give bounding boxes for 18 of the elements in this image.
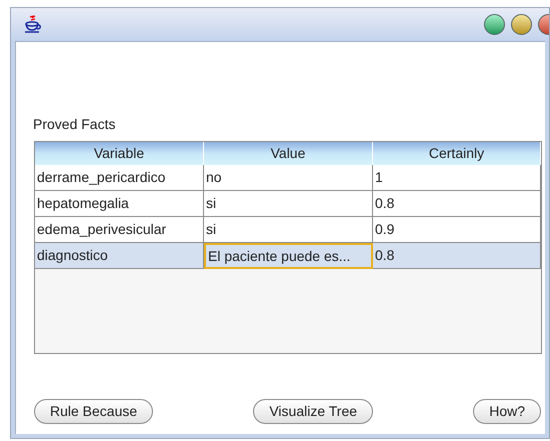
table-cell: 0.8: [373, 243, 541, 269]
table-row[interactable]: edema_perivesicular si 0.9: [35, 217, 541, 243]
section-label: Proved Facts: [33, 115, 116, 134]
window-control-button[interactable]: [511, 14, 532, 35]
action-button[interactable]: Visualize Tree: [253, 399, 374, 424]
table-row[interactable]: hepatomegalia si 0.8: [35, 191, 541, 217]
table-cell: si: [204, 217, 373, 243]
column-header[interactable]: Variable: [35, 142, 204, 165]
table-row[interactable]: derrame_pericardico no 1: [35, 165, 541, 191]
table-cell: El paciente puede es...: [204, 243, 373, 269]
table-row[interactable]: diagnostico El paciente puede es... 0.8: [35, 243, 541, 269]
table-cell: diagnostico: [35, 243, 204, 269]
coffee-cup-icon: [23, 14, 43, 34]
action-button[interactable]: How?: [473, 399, 541, 424]
column-header[interactable]: Value: [204, 142, 373, 165]
action-button[interactable]: Rule Because: [34, 399, 154, 424]
column-header[interactable]: Certainly: [373, 142, 541, 165]
window-control-button[interactable]: [484, 14, 505, 35]
